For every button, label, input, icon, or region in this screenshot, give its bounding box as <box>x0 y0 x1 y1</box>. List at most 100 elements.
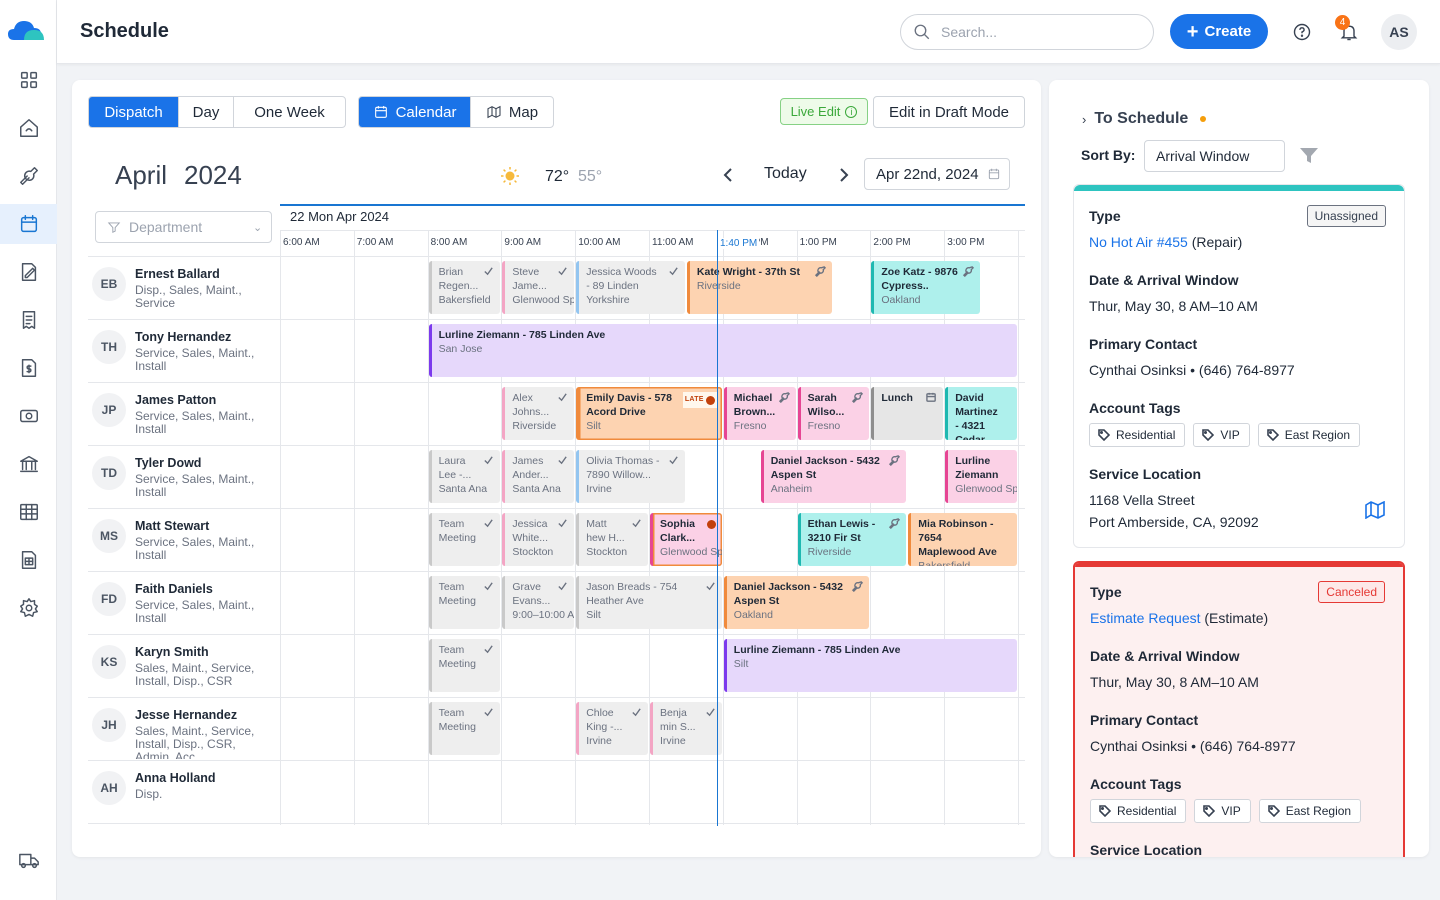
job-block[interactable]: James Ander... Santa Ana <box>502 450 575 503</box>
search-box[interactable] <box>900 14 1154 50</box>
job-card-canceled[interactable]: Type Canceled Estimate Request (Estimate… <box>1073 561 1405 857</box>
tech-avatar[interactable]: JP <box>92 393 126 427</box>
home-icon[interactable] <box>0 108 57 148</box>
user-avatar[interactable]: AS <box>1381 14 1417 50</box>
job-block[interactable]: Kate Wright - 37th St Riverside <box>686 261 833 314</box>
tech-name[interactable]: Tyler Dowd <box>135 456 201 470</box>
job-block[interactable]: Olivia Thomas - 7890 Willow... Irvine <box>576 450 685 503</box>
filter-icon[interactable] <box>1300 148 1318 164</box>
job-block[interactable]: Team Meeting <box>428 639 501 692</box>
job-block[interactable]: Mia Robinson - 7654 Maplewood Ave Bakersf… <box>908 513 1017 566</box>
tech-avatar[interactable]: EB <box>92 267 126 301</box>
job-block[interactable]: Grave Evans... 9:00–10:00 A <box>502 576 575 629</box>
job-block[interactable]: Ethan Lewis - 3210 Fir St Riverside <box>797 513 907 566</box>
tag[interactable]: East Region <box>1258 799 1362 823</box>
tech-name[interactable]: Tony Hernandez <box>135 330 231 344</box>
map-icon[interactable] <box>1365 501 1385 519</box>
job-block[interactable]: Sophia Clark... Glenwood Sp <box>650 513 722 566</box>
tag[interactable]: VIP <box>1193 423 1250 447</box>
tech-avatar[interactable]: AH <box>92 771 126 805</box>
job-block[interactable]: Emily Davis - 578 Acord Drive Silt LATE <box>576 387 722 440</box>
row-gridline <box>88 760 1025 761</box>
tech-name[interactable]: Ernest Ballard <box>135 267 220 281</box>
tech-avatar[interactable]: TD <box>92 456 126 490</box>
job-block[interactable]: Matt hew H... Stockton <box>576 513 648 566</box>
tech-name[interactable]: Anna Holland <box>135 771 216 785</box>
job-link[interactable]: Estimate Request <box>1090 610 1201 626</box>
wrench-icon[interactable] <box>0 156 57 196</box>
tech-name[interactable]: James Patton <box>135 393 216 407</box>
check-icon <box>484 582 494 591</box>
tech-name[interactable]: Jesse Hernandez <box>135 708 237 722</box>
job-block[interactable]: Jessica Woods - 89 Linden Yorkshire <box>576 261 685 314</box>
tag[interactable]: VIP <box>1194 799 1251 823</box>
help-icon[interactable] <box>1286 16 1318 48</box>
view-day[interactable]: Day <box>179 97 234 127</box>
receipt-icon[interactable] <box>0 300 57 340</box>
job-block[interactable]: Daniel Jackson - 5432 Aspen St Oakland <box>723 576 870 629</box>
cash-icon[interactable] <box>0 396 57 436</box>
department-filter[interactable]: Department ⌄ <box>95 211 272 243</box>
job-card-unassigned[interactable]: Type Unassigned No Hot Air #455 (Repair)… <box>1073 184 1405 548</box>
tech-name[interactable]: Karyn Smith <box>135 645 209 659</box>
job-title: David Martinez - 4321 Cedar... <box>955 392 998 440</box>
today-button[interactable]: Today <box>764 165 807 183</box>
calendar-icon[interactable] <box>0 204 57 244</box>
dashboard-icon[interactable] <box>0 60 57 100</box>
sort-select[interactable]: Arrival Window <box>1144 140 1285 172</box>
job-block[interactable]: Daniel Jackson - 5432 Aspen St Anaheim <box>760 450 907 503</box>
job-block[interactable]: Steve Jame... Glenwood Sp <box>502 261 575 314</box>
mode-calendar[interactable]: Calendar <box>359 97 471 127</box>
job-block[interactable]: Team Meeting <box>428 576 501 629</box>
job-block[interactable]: Chloe King -... Irvine <box>576 702 648 755</box>
tech-avatar[interactable]: MS <box>92 519 126 553</box>
logo-icon[interactable] <box>8 16 46 44</box>
chevron-right-icon[interactable] <box>834 166 852 184</box>
job-block[interactable]: Team Meeting <box>428 702 501 755</box>
tag[interactable]: East Region <box>1257 423 1361 447</box>
edit-draft-button[interactable]: Edit in Draft Mode <box>873 96 1025 128</box>
job-link[interactable]: No Hot Air #455 <box>1089 234 1188 250</box>
to-schedule-header[interactable]: › To Schedule <box>1082 110 1207 128</box>
tech-name[interactable]: Faith Daniels <box>135 582 213 596</box>
tech-avatar[interactable]: JH <box>92 708 126 742</box>
edit-document-icon[interactable] <box>0 252 57 292</box>
report-icon[interactable] <box>0 540 57 580</box>
tech-avatar[interactable]: KS <box>92 645 126 679</box>
mode-map[interactable]: Map <box>471 97 553 127</box>
check-icon <box>558 582 567 591</box>
tag[interactable]: Residential <box>1090 799 1187 823</box>
date-picker[interactable]: Apr 22nd, 2024 <box>864 158 1010 190</box>
job-block[interactable]: Lunch <box>871 387 944 440</box>
job-block[interactable]: Alex Johns... Riverside <box>502 387 575 440</box>
view-one-week[interactable]: One Week <box>234 97 345 127</box>
tag[interactable]: Residential <box>1089 423 1186 447</box>
check-icon <box>484 267 494 276</box>
job-block[interactable]: Lurline Ziemann - 785 Linden Ave San Jose <box>428 324 1017 377</box>
tech-name[interactable]: Matt Stewart <box>135 519 209 533</box>
settings-icon[interactable] <box>0 588 57 628</box>
job-block[interactable]: Benja min S... Irvine <box>650 702 722 755</box>
job-block[interactable]: Lurline Ziemann Glenwood Springs <box>945 450 1017 503</box>
live-edit-badge[interactable]: Live Edit i <box>780 98 868 125</box>
table-icon[interactable] <box>0 492 57 532</box>
job-block[interactable]: Jason Breads - 754 Heather Ave Silt <box>576 576 722 629</box>
job-block[interactable]: Michael Brown... Fresno <box>723 387 796 440</box>
job-block[interactable]: Laura Lee -... Santa Ana <box>428 450 501 503</box>
job-block[interactable]: Lurline Ziemann - 785 Linden Ave Silt <box>723 639 1017 692</box>
job-block[interactable]: Brian Regen... Bakersfield <box>428 261 501 314</box>
tech-avatar[interactable]: TH <box>92 330 126 364</box>
view-dispatch[interactable]: Dispatch <box>89 97 179 127</box>
chevron-left-icon[interactable] <box>720 166 738 184</box>
job-block[interactable]: Zoe Katz - 9876 Cypress.. Oakland <box>871 261 981 314</box>
truck-icon[interactable] <box>0 840 57 880</box>
tech-avatar[interactable]: FD <box>92 582 126 616</box>
job-block[interactable]: Sarah Wilso... Fresno <box>797 387 870 440</box>
create-button[interactable]: + Create <box>1170 14 1268 49</box>
job-block[interactable]: Jessica White... Stockton <box>502 513 575 566</box>
search-input[interactable] <box>941 24 1131 40</box>
job-block[interactable]: David Martinez - 4321 Cedar...Oakland <box>945 387 1017 440</box>
invoice-icon[interactable] <box>0 348 57 388</box>
bank-icon[interactable] <box>0 444 57 484</box>
job-block[interactable]: Team Meeting <box>428 513 501 566</box>
